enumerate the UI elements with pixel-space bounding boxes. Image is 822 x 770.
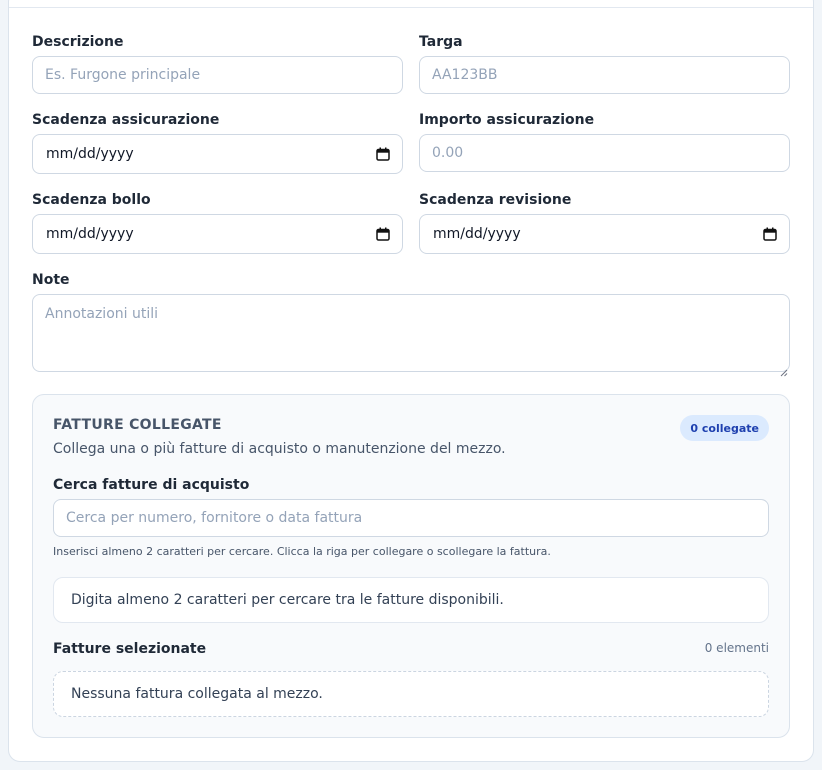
invoice-search-label: Cerca fatture di acquisto <box>53 477 250 493</box>
calendar-icon[interactable] <box>376 147 390 161</box>
header-divider <box>9 7 813 8</box>
scadenza-revisione-date[interactable]: mm/dd/yyyy <box>419 214 790 254</box>
resize-handle-icon[interactable] <box>780 362 788 377</box>
scadenza-assicurazione-label: Scadenza assicurazione <box>32 112 220 128</box>
search-hint: Inserisci almeno 2 caratteri per cercare… <box>53 545 551 558</box>
calendar-icon[interactable] <box>763 227 777 241</box>
targa-input[interactable] <box>419 56 790 94</box>
descrizione-label: Descrizione <box>32 34 124 50</box>
note-textarea[interactable] <box>32 294 790 372</box>
panel-title: FATTURE COLLEGATE <box>53 417 222 433</box>
panel-description: Collega una o più fatture di acquisto o … <box>53 441 506 457</box>
scadenza-bollo-label: Scadenza bollo <box>32 192 151 208</box>
results-message: Digita almeno 2 caratteri per cercare tr… <box>71 592 504 608</box>
empty-message: Nessuna fattura collegata al mezzo. <box>71 686 323 702</box>
selected-invoices-count: 0 elementi <box>704 641 769 655</box>
linked-count-badge: 0 collegate <box>680 415 769 441</box>
scadenza-assicurazione-date[interactable]: mm/dd/yyyy <box>32 134 403 174</box>
invoice-search-input[interactable] <box>53 499 769 537</box>
scadenza-revisione-label: Scadenza revisione <box>419 192 572 208</box>
importo-assicurazione-input[interactable] <box>419 134 790 172</box>
targa-label: Targa <box>419 34 463 50</box>
selected-invoices-label: Fatture selezionate <box>53 641 207 657</box>
scadenza-revisione-value: mm/dd/yyyy <box>433 226 521 242</box>
note-label: Note <box>32 272 70 288</box>
linked-invoices-panel: FATTURE COLLEGATE 0 collegate Collega un… <box>32 394 790 738</box>
scadenza-bollo-date[interactable]: mm/dd/yyyy <box>32 214 403 254</box>
scadenza-bollo-value: mm/dd/yyyy <box>46 226 134 242</box>
scadenza-assicurazione-value: mm/dd/yyyy <box>46 146 134 162</box>
search-results-box: Digita almeno 2 caratteri per cercare tr… <box>53 577 769 623</box>
selected-invoices-empty: Nessuna fattura collegata al mezzo. <box>53 671 769 717</box>
importo-assicurazione-label: Importo assicurazione <box>419 112 595 128</box>
descrizione-input[interactable] <box>32 56 403 94</box>
calendar-icon[interactable] <box>376 227 390 241</box>
